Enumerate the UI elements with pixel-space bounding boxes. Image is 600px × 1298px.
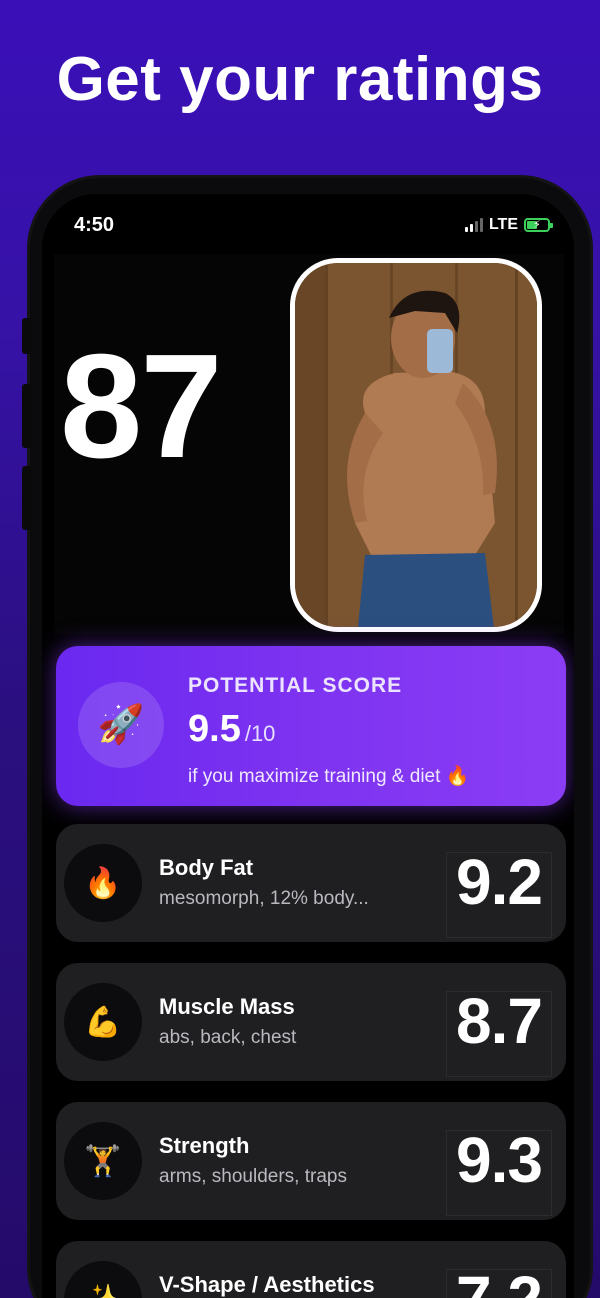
- mute-switch: [22, 318, 32, 354]
- fire-icon: 🔥: [64, 844, 142, 922]
- flexed-biceps-icon: 💪: [64, 983, 142, 1061]
- potential-subtitle: if you maximize training & diet 🔥: [188, 766, 470, 787]
- network-label: LTE: [488, 216, 518, 233]
- rating-score: 7.2: [456, 1267, 543, 1298]
- rating-row-strength[interactable]: 🏋️ Strength arms, shoulders, traps 9.3: [56, 1102, 566, 1220]
- user-photo: [290, 258, 542, 632]
- potential-value-line: 9.5/10: [188, 708, 275, 751]
- potential-value: 9.5: [188, 708, 241, 750]
- weightlifter-icon: 🏋️: [64, 1122, 142, 1200]
- rating-subtitle: arms, shoulders, traps: [159, 1166, 347, 1187]
- rating-score: 9.3: [456, 1124, 543, 1196]
- signal-icon: [464, 218, 483, 232]
- rating-title: V-Shape / Aesthetics: [159, 1272, 375, 1297]
- phone-screen: 4:50 LTE ⚡ 87 🚀 POTENTIAL SCORE 9.5 /10 …: [42, 194, 574, 1298]
- rating-subtitle: mesomorph, 12% body...: [159, 888, 369, 909]
- volume-down-button: [22, 466, 32, 530]
- rating-row-v-shape[interactable]: ✨ V-Shape / Aesthetics 7.2: [56, 1241, 566, 1298]
- rating-subtitle: abs, back, chest: [159, 1027, 297, 1048]
- rocket-icon: 🚀: [78, 682, 164, 768]
- rating-title: Body Fat: [159, 855, 254, 880]
- potential-label: POTENTIAL SCORE: [188, 674, 403, 697]
- rating-score: 9.2: [456, 846, 543, 918]
- sparkles-icon: ✨: [64, 1261, 142, 1298]
- volume-up-button: [22, 384, 32, 448]
- rating-title: Strength: [159, 1133, 250, 1158]
- body-photo-illustration: [295, 263, 537, 627]
- potential-score-card[interactable]: 🚀 POTENTIAL SCORE 9.5/10 if you maximize…: [56, 646, 566, 806]
- rating-row-muscle-mass[interactable]: 💪 Muscle Mass abs, back, chest 8.7: [56, 963, 566, 1081]
- battery-icon: ⚡: [524, 218, 553, 232]
- rating-score: 8.7: [456, 985, 543, 1057]
- status-time: 4:50: [74, 214, 115, 236]
- potential-out-of: /10: [244, 721, 276, 746]
- status-bar: 4:50 LTE ⚡: [42, 194, 574, 254]
- overall-score: 87: [60, 324, 223, 489]
- rating-title: Muscle Mass: [159, 994, 295, 1019]
- rating-row-body-fat[interactable]: 🔥 Body Fat mesomorph, 12% body... 9.2: [56, 824, 566, 942]
- headline: Get your ratings: [56, 45, 544, 114]
